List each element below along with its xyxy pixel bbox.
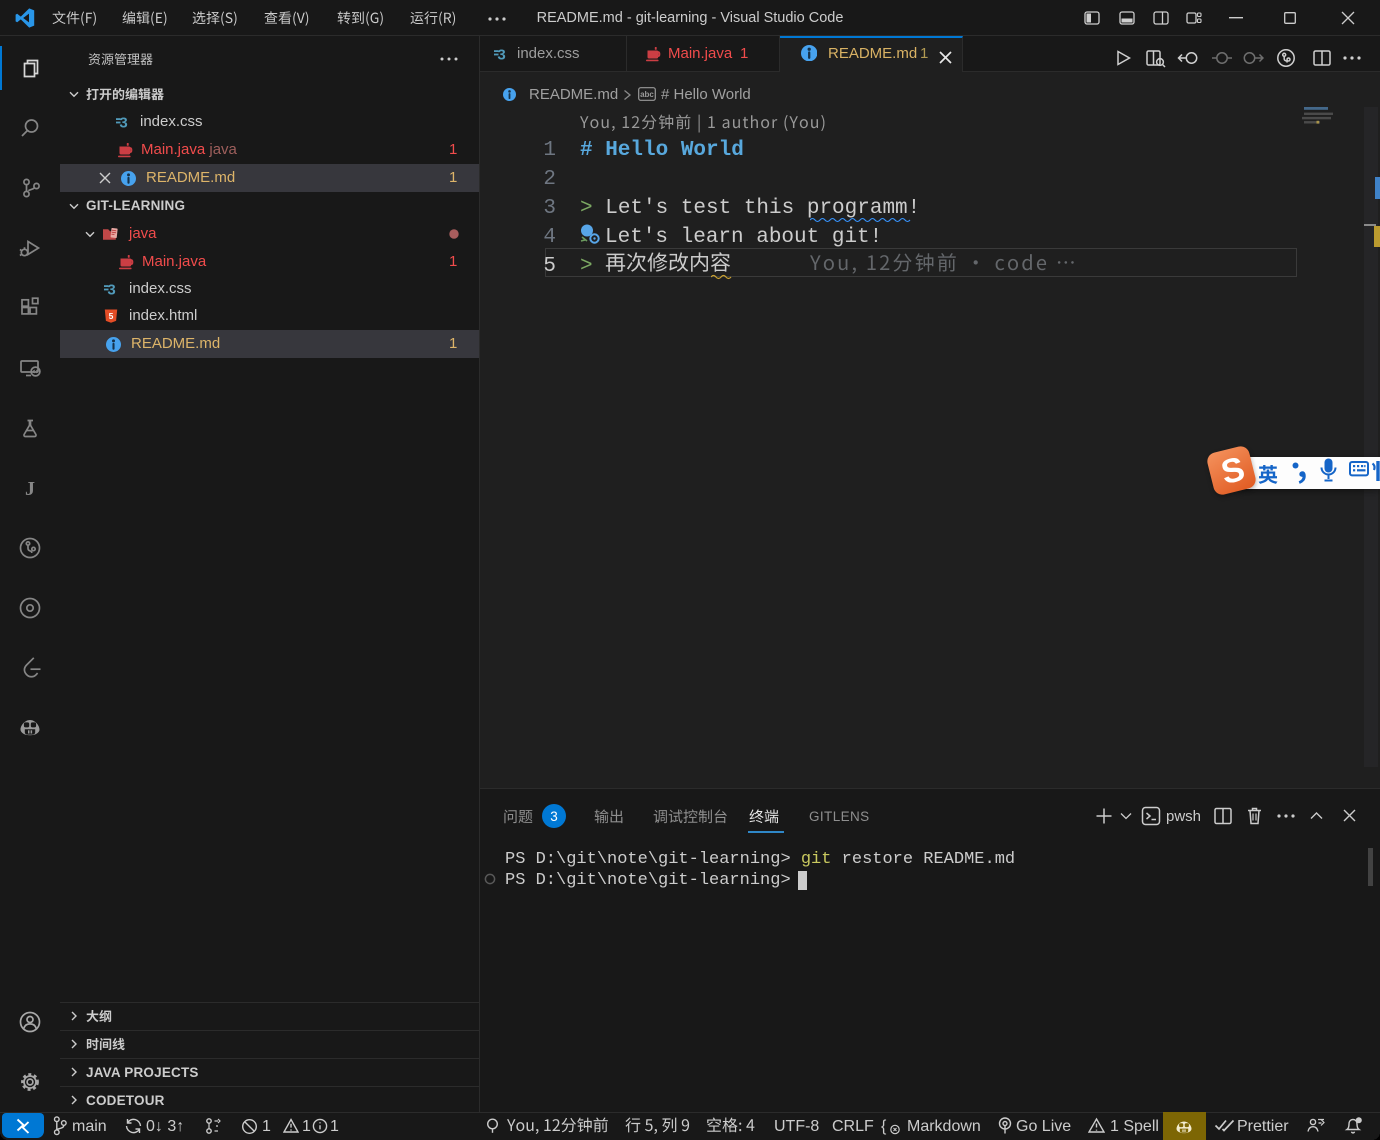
svg-text:{: { [881, 1118, 887, 1135]
svg-text:3: 3 [119, 114, 127, 130]
svg-text:abc: abc [640, 90, 654, 99]
svg-text:3: 3 [497, 46, 505, 62]
svg-text:J: J [25, 478, 35, 500]
svg-text:3: 3 [550, 809, 558, 824]
svg-text:3: 3 [107, 281, 115, 297]
svg-text:5: 5 [109, 311, 114, 321]
